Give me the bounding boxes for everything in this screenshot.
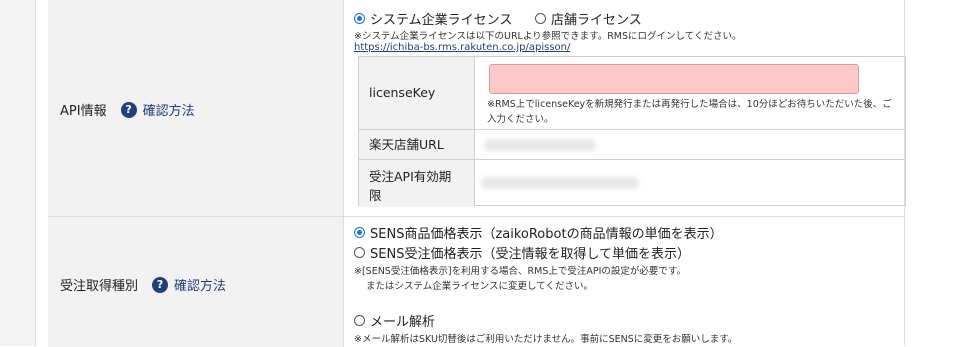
store-url-label: 楽天店舗URL — [359, 130, 475, 159]
help-icon[interactable]: ? — [120, 101, 137, 118]
help-icon[interactable]: ? — [152, 276, 169, 293]
right-gutter — [904, 0, 954, 346]
order-type-option-sens-product-label: SENS商品価格表示（zaikoRobotの商品情報の単価を表示） — [370, 227, 723, 242]
api-info-row: API情報 ? 確認方法 システム企業ライセンス 店舗ライセンス ※システム企業… — [48, 0, 906, 216]
store-url-row: 楽天店舗URL — [359, 129, 905, 159]
license-note: ※システム企業ライセンスは以下のURLより参照できます。RMSにログインしてくだ… — [354, 31, 742, 42]
order-type-note-line1: ※[SENS受注価格表示]を利用する場合、RMS上で受注APIの設定が必要です。 — [354, 266, 686, 277]
license-key-row: licenseKey ※RMS上でlicenseKeyを新規発行または再発行した… — [359, 57, 905, 129]
order-type-label: 受注取得種別 — [60, 279, 139, 294]
radio-unchecked-icon[interactable] — [535, 13, 546, 24]
order-type-label-group: 受注取得種別 ? 確認方法 — [60, 275, 226, 294]
rms-link[interactable]: https://ichiba-bs.rms.rakuten.co.jp/apis… — [354, 42, 570, 53]
order-type-option-sens-order[interactable]: SENS受注価格表示（受注情報を取得して単価を表示） — [354, 243, 690, 262]
api-expiry-value-redacted — [481, 177, 639, 189]
api-expiry-label-line2: 限 — [369, 188, 382, 203]
license-detail-table: licenseKey ※RMS上でlicenseKeyを新規発行または再発行した… — [358, 56, 906, 207]
license-type-option-store[interactable]: 店舗ライセンス — [535, 9, 642, 28]
license-type-option-system-label: システム企業ライセンス — [370, 13, 513, 28]
order-type-row: 受注取得種別 ? 確認方法 SENS商品価格表示（zaikoRobotの商品情報… — [48, 216, 904, 347]
left-gutter — [0, 0, 36, 346]
api-info-label-group: API情報 ? 確認方法 — [60, 100, 195, 119]
api-info-confirm-link[interactable]: 確認方法 — [143, 100, 195, 119]
order-type-label-cell: 受注取得種別 ? 確認方法 — [48, 217, 344, 347]
order-type-note-line2: またはシステム企業ライセンスに変更してください。 — [366, 281, 593, 292]
license-type-option-store-label: 店舗ライセンス — [551, 13, 642, 28]
license-key-note: ※RMS上でlicenseKeyを新規発行または再発行した場合は、10分ほどお待… — [487, 99, 892, 125]
order-type-confirm-link[interactable]: 確認方法 — [174, 275, 226, 294]
api-info-label-cell: API情報 ? 確認方法 — [48, 0, 344, 216]
order-type-option-mail[interactable]: メール解析 — [354, 311, 435, 330]
store-url-value-redacted — [484, 139, 596, 151]
radio-checked-icon[interactable] — [354, 227, 365, 238]
order-type-option-mail-label: メール解析 — [370, 315, 436, 330]
order-type-option-sens-order-label: SENS受注価格表示（受注情報を取得して単価を表示） — [370, 247, 691, 262]
radio-checked-icon[interactable] — [354, 13, 365, 24]
mail-option-note: ※メール解析はSKU切替後はご利用いただけません。事前にSENSに変更をお願いし… — [354, 334, 738, 345]
order-type-option-sens-product[interactable]: SENS商品価格表示（zaikoRobotの商品情報の単価を表示） — [354, 223, 723, 242]
order-type-value-cell: SENS商品価格表示（zaikoRobotの商品情報の単価を表示） SENS受注… — [344, 217, 904, 347]
radio-unchecked-icon[interactable] — [354, 315, 365, 326]
api-info-label: API情報 — [60, 104, 107, 119]
api-expiry-label: 受注API有効期 限 — [359, 160, 475, 207]
api-info-value-cell: システム企業ライセンス 店舗ライセンス ※システム企業ライセンスは以下のURLよ… — [344, 0, 906, 216]
license-type-option-system[interactable]: システム企業ライセンス — [354, 9, 512, 28]
radio-unchecked-icon[interactable] — [354, 247, 365, 258]
license-key-input[interactable] — [489, 64, 859, 94]
api-expiry-label-line1: 受注API有効期 — [369, 169, 452, 184]
api-expiry-row: 受注API有効期 限 — [359, 159, 905, 207]
license-key-label: licenseKey — [359, 57, 475, 129]
